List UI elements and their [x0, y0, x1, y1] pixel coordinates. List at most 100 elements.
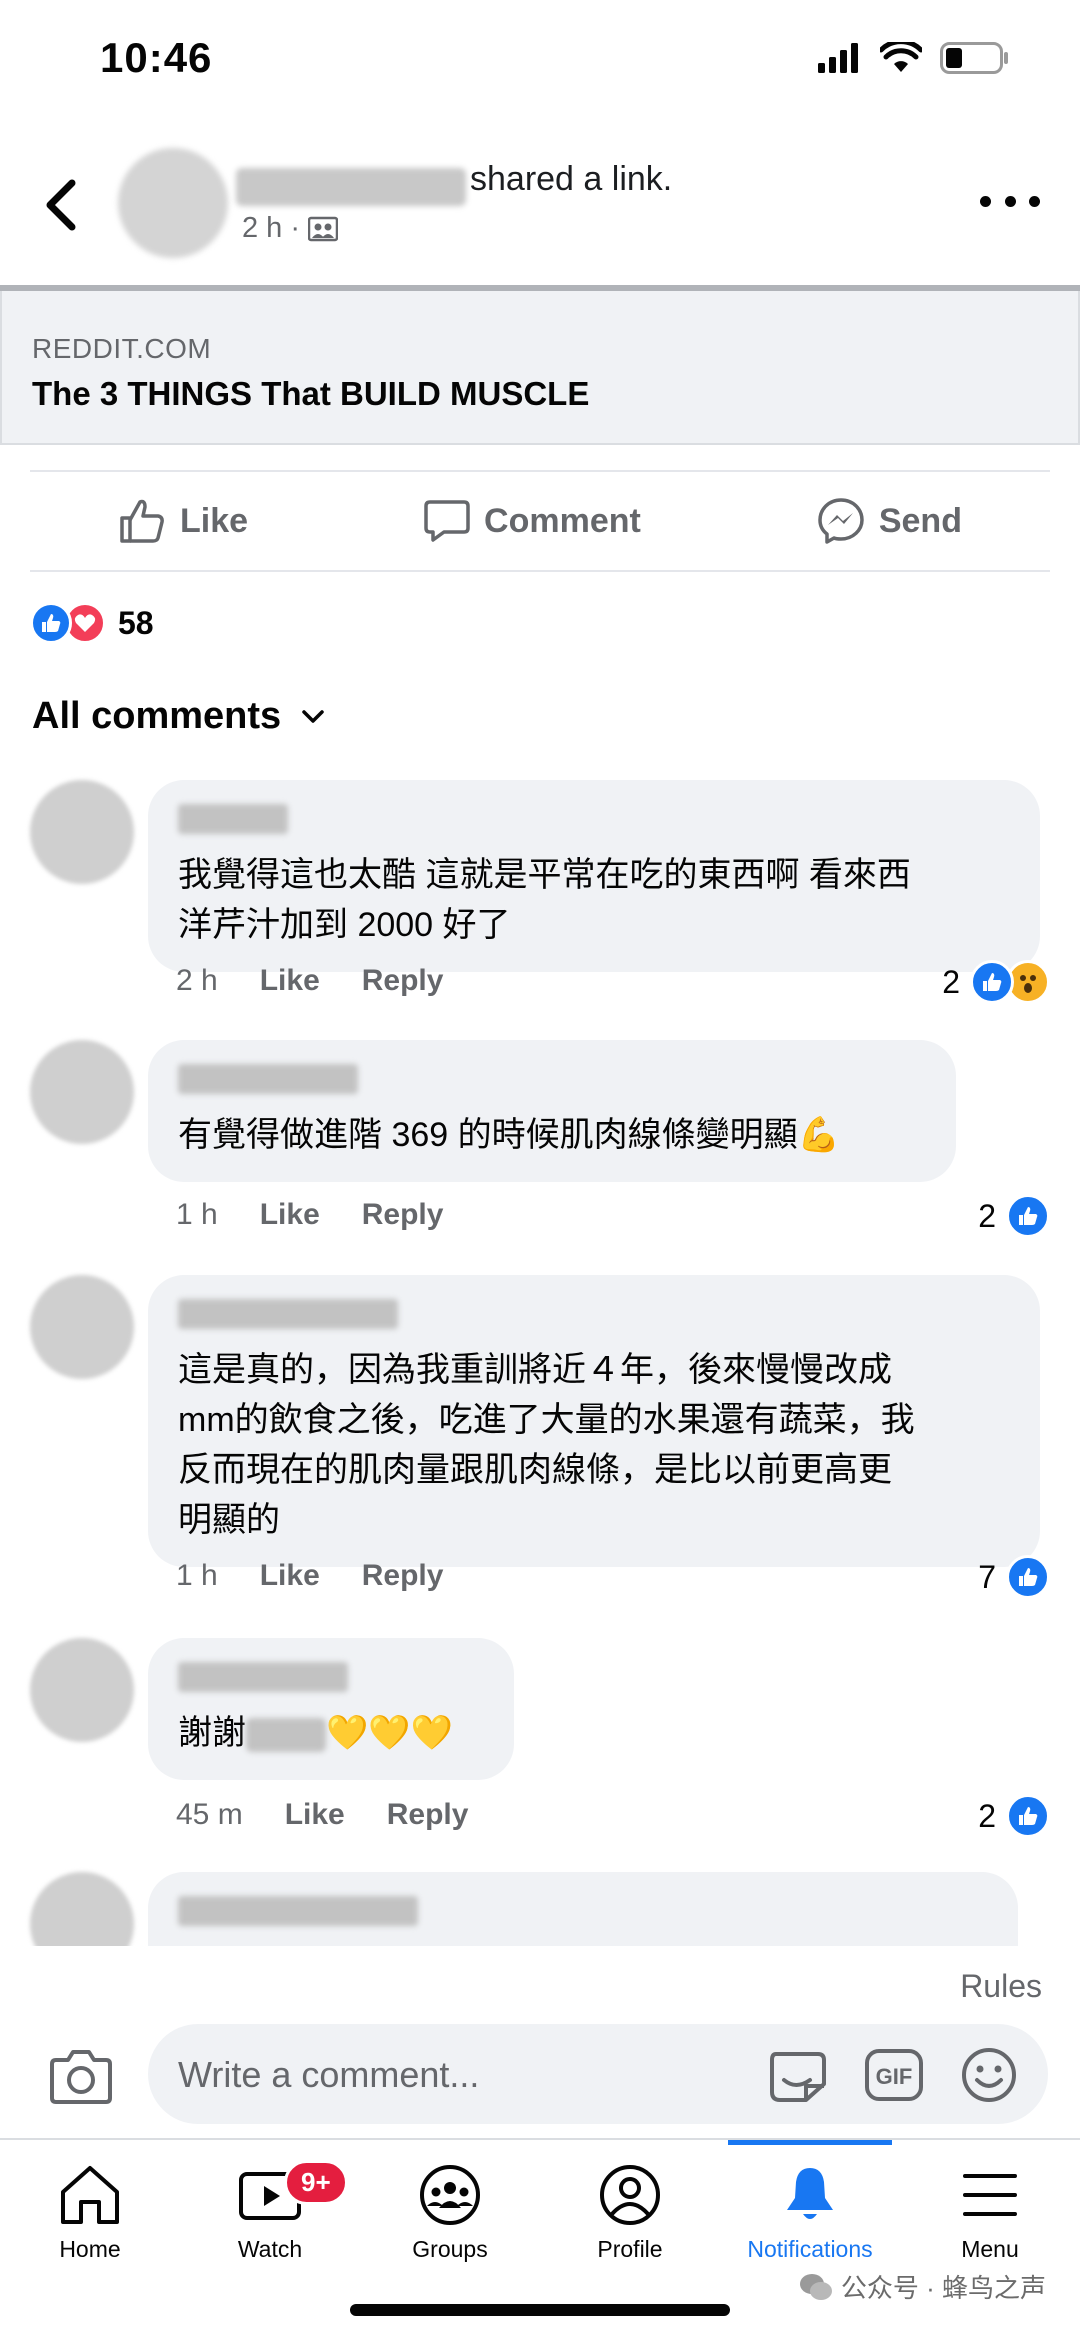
comment-text: 有覺得做進階 369 的時候肌肉線條變明顯💪 — [178, 1116, 840, 1154]
nav-notifications-label: Notifications — [747, 2236, 873, 2262]
messenger-icon — [818, 498, 864, 544]
comment-input-placeholder: Write a comment... — [178, 2054, 480, 2095]
commenter-avatar[interactable] — [30, 1275, 134, 1379]
nav-groups-label: Groups — [412, 2236, 488, 2262]
watermark-text: 公众号 · 蜂鸟之声 — [840, 2273, 1046, 2303]
comment-meta: 45 m Like Reply — [176, 1798, 468, 1832]
post-reactions-summary[interactable]: 58 — [30, 600, 154, 646]
comment-reaction-count: 2 — [978, 1197, 996, 1234]
nav-notifications[interactable]: Notifications — [720, 2164, 900, 2263]
nav-watch[interactable]: 9+ Watch — [180, 2160, 360, 2263]
mention-redacted[interactable] — [246, 1718, 326, 1753]
comment-reactions[interactable]: 2 — [978, 1194, 1050, 1238]
comment-like-button[interactable]: Like — [260, 964, 320, 998]
reaction-count: 58 — [118, 604, 154, 641]
comment-like-button[interactable]: Like — [260, 1198, 320, 1232]
comment-bubble[interactable]: 我覺得這也太酷 這就是平常在吃的東西啊 看來西 洋芹汁加到 2000 好了 — [148, 780, 1040, 972]
comment-text-line: 我覺得這也太酷 這就是平常在吃的東西啊 看來西 — [178, 856, 911, 894]
comment-label: Comment — [484, 501, 641, 540]
rules-link[interactable]: Rules — [960, 1968, 1042, 2005]
comment-meta: 1 h Like Reply — [176, 1198, 443, 1232]
poster-avatar[interactable] — [118, 148, 228, 258]
nav-groups[interactable]: Groups — [360, 2164, 540, 2263]
comment-like-button[interactable]: Like — [285, 1798, 345, 1832]
nav-profile-label: Profile — [597, 2236, 663, 2262]
post-action-row: Like Comment Send — [30, 470, 1050, 572]
like-button[interactable]: Like — [118, 498, 248, 544]
comment-reply-button[interactable]: Reply — [387, 1798, 469, 1832]
comment-reaction-count: 2 — [978, 1797, 996, 1834]
comment-reaction-count: 7 — [978, 1558, 996, 1595]
link-title: The 3 THINGS That BUILD MUSCLE — [32, 375, 590, 412]
friends-audience-icon — [308, 216, 339, 241]
comment-text: 謝謝 💛💛💛 — [178, 1708, 484, 1758]
poster-name-redacted[interactable] — [236, 168, 466, 206]
comment-text-line: 這是真的，因為我重訓將近４年，後來慢慢改成 — [178, 1351, 892, 1389]
comment-reactions[interactable]: 2 — [942, 960, 1050, 1004]
like-reaction-icon — [1006, 1194, 1050, 1238]
comment-reactions[interactable]: 2 — [978, 1794, 1050, 1838]
comment-reply-button[interactable]: Reply — [362, 964, 444, 998]
comment-button[interactable]: Comment — [424, 499, 641, 543]
post-time-label: 2 h · — [242, 212, 301, 244]
comment-reply-button[interactable]: Reply — [362, 1198, 444, 1232]
comment-time: 2 h — [176, 964, 218, 997]
comment-input[interactable]: Write a comment... GIF — [148, 2024, 1048, 2124]
comment-text-line: 洋芹汁加到 2000 好了 — [178, 906, 511, 944]
back-arrow-icon[interactable] — [40, 175, 84, 235]
comment-bubble[interactable]: 這是真的，因為我重訓將近４年，後來慢慢改成 mm的飲食之後，吃進了大量的水果還有… — [148, 1275, 1040, 1567]
profile-icon — [600, 2165, 660, 2225]
status-icons — [818, 42, 1010, 74]
groups-icon — [420, 2165, 480, 2225]
send-button[interactable]: Send — [817, 497, 962, 545]
more-options-icon[interactable] — [980, 186, 1040, 216]
chevron-down-icon — [302, 709, 324, 723]
nav-watch-label: Watch — [237, 2236, 303, 2262]
comment-time: 1 h — [176, 1559, 218, 1592]
home-indicator[interactable] — [350, 2304, 730, 2316]
commenter-name-redacted[interactable] — [178, 1064, 358, 1094]
comment-bubble[interactable]: 有覺得做進階 369 的時候肌肉線條變明顯💪 — [148, 1040, 956, 1182]
commenter-name-redacted[interactable] — [178, 1662, 348, 1692]
comments-sort-dropdown[interactable]: All comments — [32, 695, 325, 738]
emoji-icon[interactable] — [960, 2046, 1018, 2104]
comment-text-line: 反而現在的肌肉量跟肌肉線條，是比以前更高更 — [178, 1451, 892, 1489]
nav-home[interactable]: Home — [0, 2164, 180, 2263]
like-reaction-icon — [30, 602, 72, 644]
comment-reaction-count: 2 — [942, 963, 960, 1000]
comment-bubble[interactable]: 謝謝 💛💛💛 — [148, 1638, 514, 1780]
watermark: 公众号 · 蜂鸟之声 — [799, 2268, 1046, 2305]
home-icon — [61, 2166, 119, 2224]
comment-meta: 1 h Like Reply — [176, 1559, 443, 1593]
commenter-name-redacted[interactable] — [178, 1299, 398, 1329]
commenter-name-redacted[interactable] — [178, 804, 288, 834]
comment-reply-button[interactable]: Reply — [362, 1559, 444, 1593]
gif-icon[interactable]: GIF — [864, 2048, 924, 2102]
camera-icon[interactable] — [48, 2046, 114, 2106]
commenter-avatar[interactable] — [30, 1040, 134, 1144]
yellow-heart-emoji: 💛💛💛 — [326, 1714, 454, 1752]
hamburger-menu-icon — [963, 2174, 1017, 2216]
commenter-name-redacted[interactable] — [178, 1896, 418, 1926]
comment-bubble-icon — [424, 500, 470, 542]
active-tab-indicator — [728, 2140, 892, 2145]
comment-like-button[interactable]: Like — [260, 1559, 320, 1593]
wifi-icon — [880, 42, 922, 72]
bell-icon — [787, 2168, 833, 2219]
link-preview-card[interactable]: REDDIT.COM The 3 THINGS That BUILD MUSCL… — [0, 291, 1080, 445]
commenter-avatar[interactable] — [30, 780, 134, 884]
comment-text-line: mm的飲食之後，吃進了大量的水果還有蔬菜，我 — [178, 1401, 915, 1439]
post-header: shared a link. 2 h · — [0, 120, 1080, 285]
battery-icon — [940, 42, 1008, 74]
comment-reactions[interactable]: 7 — [978, 1555, 1050, 1599]
like-reaction-icon — [970, 960, 1014, 1004]
avatar-sticker-icon[interactable] — [766, 2046, 828, 2104]
commenter-avatar[interactable] — [30, 1638, 134, 1742]
all-comments-label: All comments — [32, 695, 282, 737]
svg-text:GIF: GIF — [876, 2064, 913, 2089]
comment-time: 1 h — [176, 1198, 218, 1231]
watch-notification-badge: 9+ — [284, 2160, 348, 2205]
nav-menu[interactable]: Menu — [900, 2164, 1080, 2263]
nav-profile[interactable]: Profile — [540, 2164, 720, 2263]
composer-icons: GIF — [766, 2046, 1018, 2104]
